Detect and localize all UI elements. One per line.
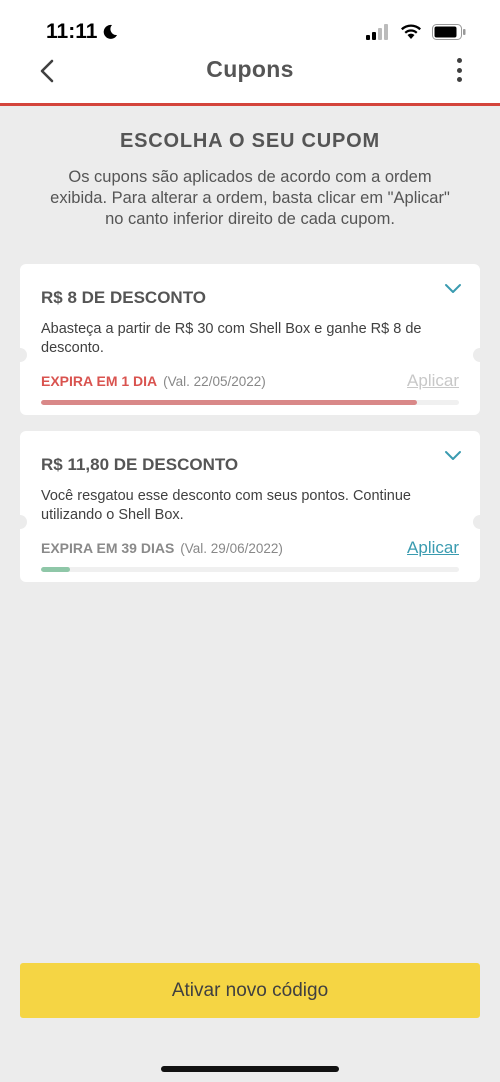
section-heading: ESCOLHA O SEU CUPOM: [119, 130, 381, 152]
more-dot-icon: [456, 58, 462, 63]
coupon-title: R$ 8 DE DESCONTO: [41, 288, 207, 307]
apply-link[interactable]: Aplicar: [407, 538, 459, 558]
more-dot-icon: [456, 67, 462, 73]
validity-date: (Val. 29/06/2022): [180, 541, 283, 556]
expiry-progress: [41, 400, 459, 405]
coupon-card[interactable]: R$ 8 DE DESCONTO Abasteça a partir de R$…: [13, 264, 487, 415]
moon-icon: [104, 24, 118, 39]
coupon-title: R$ 11,80 DE DESCONTO: [41, 455, 239, 474]
nav-bar: Cupons: [0, 48, 500, 106]
card-notch: [473, 515, 487, 529]
card-notch: [13, 515, 27, 529]
page-title: Cupons: [206, 56, 294, 82]
card-notch: [473, 348, 487, 362]
expiry-label: EXPIRA EM 1 DIA: [41, 373, 158, 389]
more-options-button[interactable]: [452, 54, 466, 86]
coupon-expiry: EXPIRA EM 1 DIA (Val. 22/05/2022): [41, 373, 266, 389]
status-time-group: 11:11: [46, 20, 119, 44]
cellular-signal-icon: [366, 24, 388, 40]
status-indicators: [366, 24, 466, 40]
coupon-card[interactable]: R$ 11,80 DE DESCONTO Você resgatou esse …: [13, 431, 487, 582]
coupon-expiry: EXPIRA EM 39 DIAS (Val. 29/06/2022): [41, 540, 283, 556]
expiry-progress: [41, 567, 459, 572]
activate-new-code-button[interactable]: Ativar novo código: [20, 963, 480, 1018]
expiry-progress-fill: [41, 567, 71, 572]
more-dot-icon: [456, 77, 462, 82]
card-notch: [13, 348, 27, 362]
intro-text: Os cupons são aplicados de acordo com a …: [50, 168, 450, 228]
coupon-description: Você resgatou esse desconto com seus pon…: [41, 488, 411, 523]
apply-link[interactable]: Aplicar: [407, 371, 459, 391]
battery-icon: [432, 24, 466, 40]
chevron-down-icon[interactable]: [444, 449, 462, 463]
expiry-progress-fill: [41, 400, 418, 405]
home-indicator: [161, 1066, 339, 1072]
status-time: 11:11: [46, 20, 98, 43]
expiry-label: EXPIRA EM 39 DIAS: [41, 540, 175, 556]
chevron-down-icon[interactable]: [444, 282, 462, 296]
wifi-icon: [401, 24, 421, 39]
coupon-description: Abasteça a partir de R$ 30 com Shell Box…: [41, 321, 422, 356]
validity-date: (Val. 22/05/2022): [163, 374, 266, 389]
